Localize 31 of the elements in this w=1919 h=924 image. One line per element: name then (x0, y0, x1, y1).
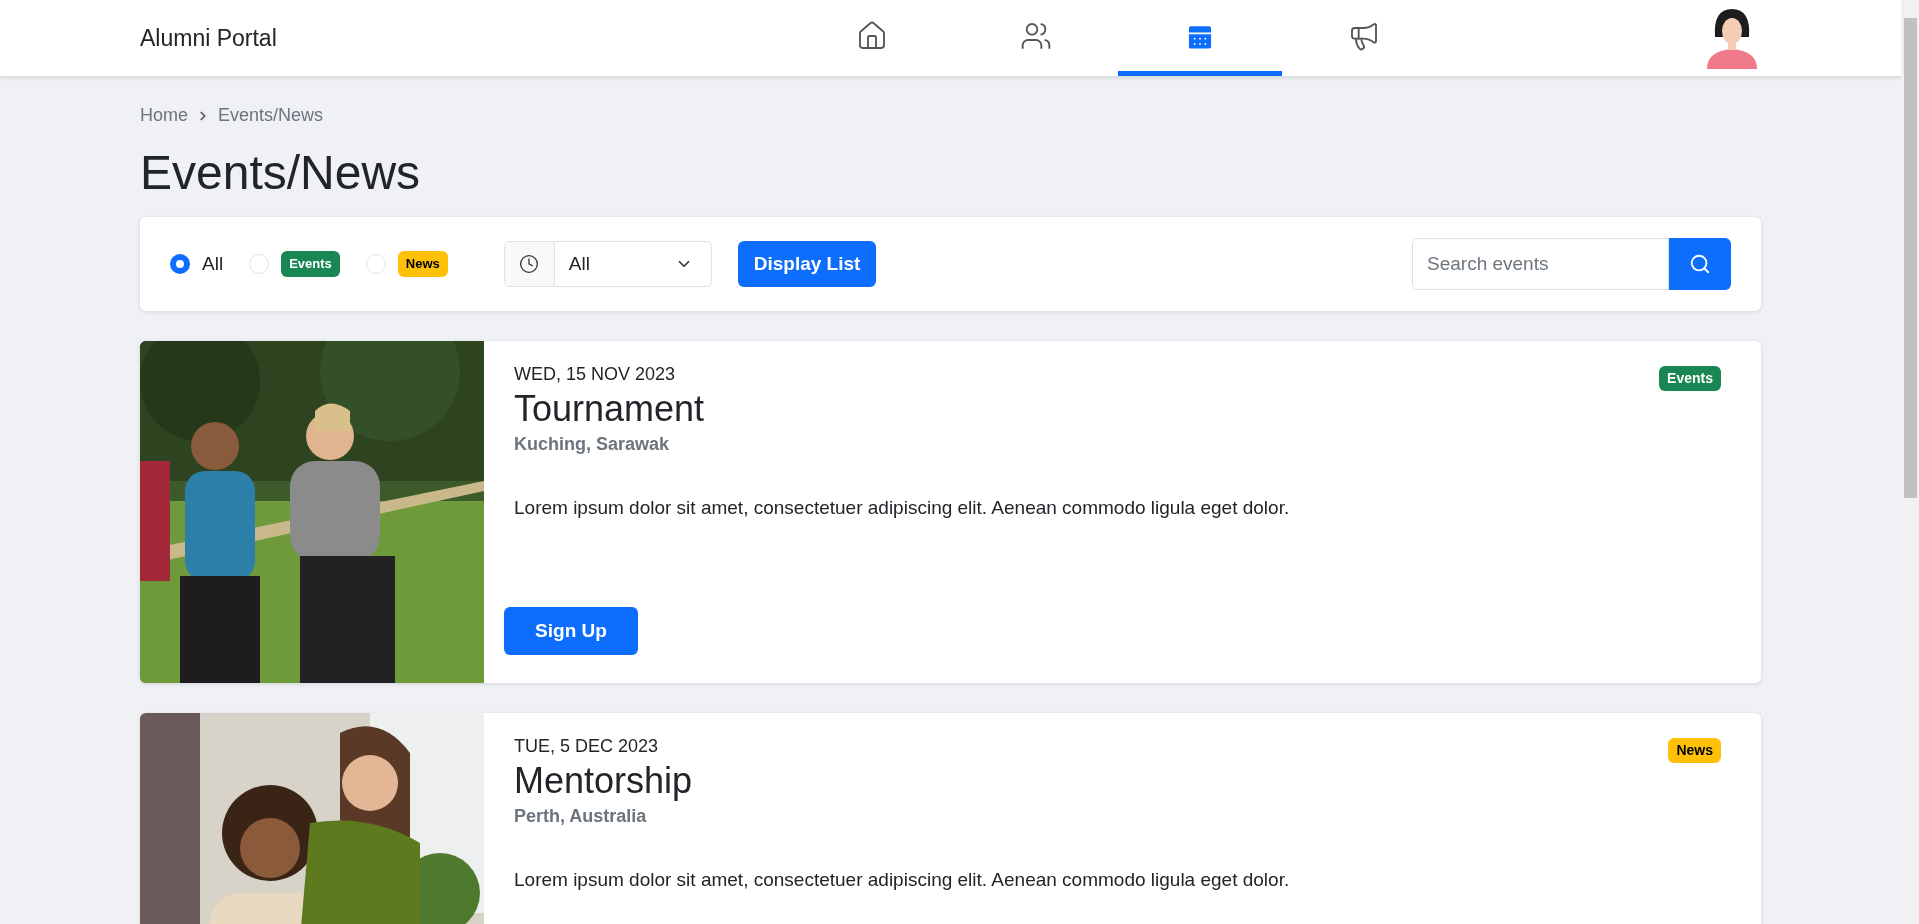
radio-label: All (202, 251, 224, 276)
select-value: All (568, 251, 591, 276)
search-button[interactable] (1669, 238, 1731, 290)
radio-button[interactable] (170, 254, 190, 274)
event-date: WED, 15 NOV 2023 (514, 363, 676, 386)
event-title: Mentorship (514, 758, 693, 803)
event-description: Lorem ipsum dolor sit amet, consectetuer adipiscing elit. Aenean commodo ligula eget dolor. (514, 495, 1291, 520)
time-select[interactable]: All (503, 241, 712, 287)
category-badge: Events (1659, 366, 1721, 391)
sign-up-button[interactable]: Sign Up (504, 607, 638, 655)
search-field[interactable]: Search events (1412, 238, 1669, 290)
radio-button[interactable] (365, 254, 386, 274)
breadcrumb-link[interactable]: Home (140, 102, 188, 129)
avatar-icon[interactable] (1705, 7, 1759, 69)
category-badge: News (1668, 738, 1721, 763)
radio-button[interactable] (249, 254, 270, 274)
event-title: Tournament (514, 386, 705, 431)
page-title: Events/News (140, 145, 422, 201)
scrollbar[interactable] (1901, 0, 1919, 924)
event-location: Perth, Australia (514, 804, 647, 828)
type-badge: Events (281, 251, 340, 277)
event-date: TUE, 5 DEC 2023 (514, 735, 659, 758)
event-description: Lorem ipsum dolor sit amet, consectetuer adipiscing elit. Aenean commodo ligula eget dolor. (514, 867, 1291, 892)
event-location: Kuching, Sarawak (514, 432, 670, 456)
search-icon (1689, 253, 1711, 275)
display-list-button[interactable]: Display List (737, 241, 877, 287)
brand-title[interactable]: Alumni Portal (140, 20, 560, 56)
breadcrumb-current: Events/News (218, 104, 324, 127)
type-badge: News (397, 251, 448, 277)
clock-icon (519, 254, 540, 274)
home-icon (856, 19, 888, 52)
